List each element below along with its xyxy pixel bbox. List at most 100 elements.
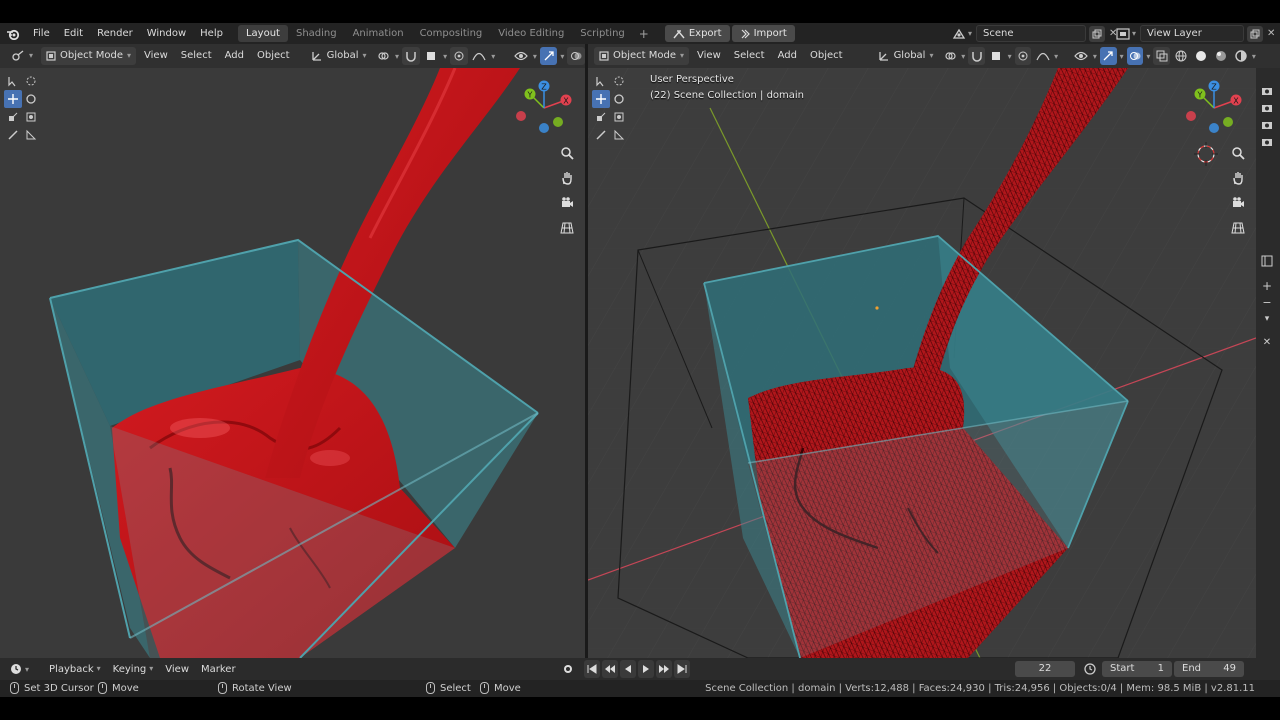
scale-tool-icon[interactable]	[4, 108, 22, 126]
menu-object[interactable]: Object	[805, 47, 848, 65]
visibility-icon[interactable]	[512, 47, 530, 65]
export-button[interactable]: Export	[664, 25, 730, 42]
mode-dropdown[interactable]: Object Mode ▾	[41, 47, 137, 65]
pivot-icon[interactable]	[375, 47, 393, 65]
rotate-tool-icon[interactable]	[22, 90, 40, 108]
close-icon[interactable]: ✕	[1259, 335, 1275, 349]
snap-target-icon[interactable]	[988, 47, 1005, 65]
chevron-down-icon[interactable]: ▾	[1259, 312, 1275, 326]
view-layer-selector[interactable]: ▾ View Layer ✕	[1116, 25, 1275, 42]
orientation-dropdown[interactable]: Global ▾	[873, 47, 939, 65]
delete-view-layer-icon[interactable]: ✕	[1267, 28, 1275, 39]
end-frame-field[interactable]: End 49	[1174, 661, 1244, 677]
pan-hand-icon[interactable]	[1227, 167, 1249, 189]
select-box-icon[interactable]	[4, 72, 22, 90]
menu-render[interactable]: Render	[90, 23, 140, 44]
sidebar-toggle-icon[interactable]	[1259, 254, 1275, 268]
tab-video-editing[interactable]: Video Editing	[490, 25, 572, 42]
timeline-editor-type-button[interactable]: ▾	[0, 663, 35, 675]
select-box-icon[interactable]	[592, 72, 610, 90]
annotate-tool-icon[interactable]	[592, 126, 610, 144]
start-frame-field[interactable]: Start 1	[1102, 661, 1172, 677]
navigation-gizmo[interactable]: X Y Z	[512, 78, 578, 138]
zoom-icon[interactable]	[1227, 142, 1249, 164]
view-layer-field[interactable]: View Layer	[1140, 25, 1245, 42]
zoom-icon[interactable]	[556, 142, 578, 164]
overlays-icon[interactable]	[1126, 47, 1144, 65]
play-reverse-icon[interactable]	[620, 660, 636, 678]
snap-target-icon[interactable]	[423, 47, 441, 65]
move-tool-icon[interactable]	[4, 90, 22, 108]
tab-scripting[interactable]: Scripting	[572, 25, 632, 42]
visibility-icon[interactable]	[1073, 47, 1090, 65]
pivot-icon[interactable]	[941, 47, 958, 65]
gizmo-toggle-icon[interactable]	[1099, 47, 1117, 65]
add-workspace-button[interactable]: +	[633, 27, 655, 41]
left-3d-viewport[interactable]: X Y Z	[0, 68, 585, 658]
rotate-tool-icon[interactable]	[610, 90, 628, 108]
menu-select[interactable]: Select	[729, 47, 770, 65]
overlays-icon[interactable]	[567, 47, 585, 65]
scene-properties-icon[interactable]	[1259, 135, 1275, 149]
jump-start-icon[interactable]	[584, 660, 600, 678]
menu-file[interactable]: File	[26, 23, 57, 44]
view-layer-properties-icon[interactable]	[1259, 118, 1275, 132]
camera-icon[interactable]	[556, 192, 578, 214]
editor-type-button[interactable]: ▾	[6, 47, 38, 65]
menu-select[interactable]: Select	[176, 47, 217, 65]
falloff-icon[interactable]	[1034, 47, 1051, 65]
blender-logo-icon[interactable]	[0, 23, 26, 44]
camera-icon[interactable]	[1227, 192, 1249, 214]
timeline-view-menu[interactable]: View	[159, 664, 195, 675]
play-icon[interactable]	[638, 660, 654, 678]
import-button[interactable]: Import	[731, 25, 795, 42]
measure-tool-icon[interactable]	[22, 126, 40, 144]
falloff-icon[interactable]	[471, 47, 489, 65]
orientation-dropdown[interactable]: Global ▾	[306, 47, 372, 65]
material-shading-icon[interactable]	[1212, 47, 1229, 65]
transform-tool-icon[interactable]	[22, 108, 40, 126]
cursor-icon[interactable]	[610, 72, 628, 90]
rendered-shading-icon[interactable]	[1232, 47, 1249, 65]
wireframe-shading-icon[interactable]	[1173, 47, 1190, 65]
move-tool-icon[interactable]	[592, 90, 610, 108]
perspective-grid-icon[interactable]	[556, 217, 578, 239]
current-frame-field[interactable]: 22	[1015, 661, 1075, 677]
mode-dropdown[interactable]: Object Mode ▾	[594, 47, 690, 65]
menu-edit[interactable]: Edit	[57, 23, 90, 44]
navigation-gizmo[interactable]: X Y Z	[1182, 78, 1248, 138]
proportional-edit-icon[interactable]	[1014, 47, 1032, 65]
solid-shading-icon[interactable]	[1193, 47, 1210, 65]
tab-animation[interactable]: Animation	[345, 25, 412, 42]
scale-tool-icon[interactable]	[592, 108, 610, 126]
xray-icon[interactable]	[1153, 47, 1171, 65]
marker-menu[interactable]: Marker	[195, 664, 242, 675]
proportional-edit-icon[interactable]	[450, 47, 468, 65]
scene-field[interactable]: Scene	[976, 25, 1087, 42]
render-properties-icon[interactable]	[1259, 84, 1275, 98]
right-3d-viewport[interactable]: User Perspective (22) Scene Collection |…	[588, 68, 1256, 658]
new-scene-icon[interactable]	[1089, 25, 1106, 42]
jump-end-icon[interactable]	[674, 660, 690, 678]
playback-menu[interactable]: Playback ▾	[43, 664, 107, 675]
record-icon[interactable]	[560, 660, 576, 678]
prev-keyframe-icon[interactable]	[602, 660, 618, 678]
keying-menu[interactable]: Keying ▾	[107, 664, 160, 675]
use-preview-range-icon[interactable]	[1083, 662, 1097, 679]
menu-add[interactable]: Add	[220, 47, 249, 65]
add-icon[interactable]: +	[1259, 279, 1275, 293]
output-properties-icon[interactable]	[1259, 101, 1275, 115]
annotate-tool-icon[interactable]	[4, 126, 22, 144]
new-view-layer-icon[interactable]	[1247, 25, 1264, 42]
menu-add[interactable]: Add	[773, 47, 802, 65]
tab-shading[interactable]: Shading	[288, 25, 345, 42]
menu-help[interactable]: Help	[193, 23, 230, 44]
menu-object[interactable]: Object	[252, 47, 295, 65]
perspective-grid-icon[interactable]	[1227, 217, 1249, 239]
tab-layout[interactable]: Layout	[237, 25, 288, 42]
pan-hand-icon[interactable]	[556, 167, 578, 189]
scene-selector[interactable]: ▾ Scene ✕	[952, 25, 1117, 42]
tab-compositing[interactable]: Compositing	[412, 25, 491, 42]
menu-window[interactable]: Window	[140, 23, 193, 44]
gizmo-toggle-icon[interactable]	[539, 47, 558, 65]
